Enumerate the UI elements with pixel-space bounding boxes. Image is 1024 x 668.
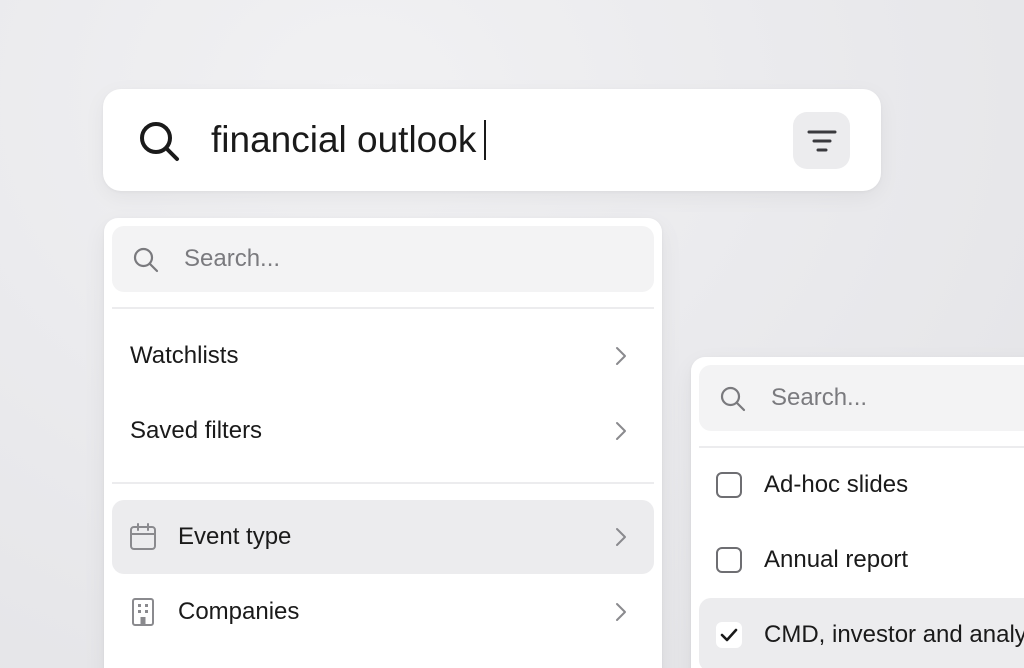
menu-item-label: Watchlists: [130, 342, 239, 369]
filter-menu-search-input[interactable]: [184, 238, 584, 280]
option-label: Ad-hoc slides: [764, 471, 909, 498]
option-cmd-investor-analyst-day[interactable]: CMD, investor and analyst day: [699, 598, 1024, 668]
menu-item-saved-filters[interactable]: Saved filters: [112, 394, 654, 468]
search-query-text: financial outlook: [211, 119, 477, 160]
event-type-panel: Ad-hoc slides Annual report CMD, investo…: [691, 357, 1024, 668]
chevron-right-icon: [616, 422, 626, 440]
checkbox[interactable]: [716, 547, 742, 573]
chevron-right-icon: [616, 528, 626, 546]
event-type-search-input[interactable]: [771, 377, 1024, 419]
chevron-right-icon: [616, 603, 626, 621]
search-icon: [133, 247, 159, 273]
option-label: Annual report: [764, 546, 909, 573]
checkbox-checked[interactable]: [716, 622, 742, 648]
menu-item-companies[interactable]: Companies: [112, 575, 654, 649]
menu-item-watchlists[interactable]: Watchlists: [112, 319, 654, 393]
filter-menu-panel: Watchlists Saved filters Event type: [104, 218, 662, 668]
text-caret: [484, 120, 487, 160]
checkbox[interactable]: [716, 472, 742, 498]
option-annual-report[interactable]: Annual report: [691, 523, 1024, 597]
building-icon: [132, 598, 154, 626]
filter-menu-search[interactable]: [112, 226, 654, 292]
search-query[interactable]: financial outlook: [211, 116, 487, 164]
menu-item-event-type[interactable]: Event type: [112, 500, 654, 574]
divider: [112, 482, 654, 484]
chevron-right-icon: [616, 347, 626, 365]
menu-item-label: Saved filters: [130, 417, 263, 444]
checkmark-icon: [720, 628, 738, 642]
main-search-bar[interactable]: financial outlook: [103, 89, 881, 191]
filter-button[interactable]: [793, 112, 850, 169]
search-icon: [140, 122, 179, 161]
search-icon: [720, 386, 746, 412]
option-ad-hoc-slides[interactable]: Ad-hoc slides: [691, 448, 1024, 522]
divider: [112, 307, 654, 309]
menu-item-label: Companies: [178, 598, 300, 625]
option-label: CMD, investor and analyst day: [764, 621, 1024, 648]
event-type-search[interactable]: [699, 365, 1024, 431]
menu-item-label: Event type: [178, 523, 292, 550]
filter-lines-icon: [807, 130, 836, 151]
calendar-icon: [130, 523, 156, 550]
